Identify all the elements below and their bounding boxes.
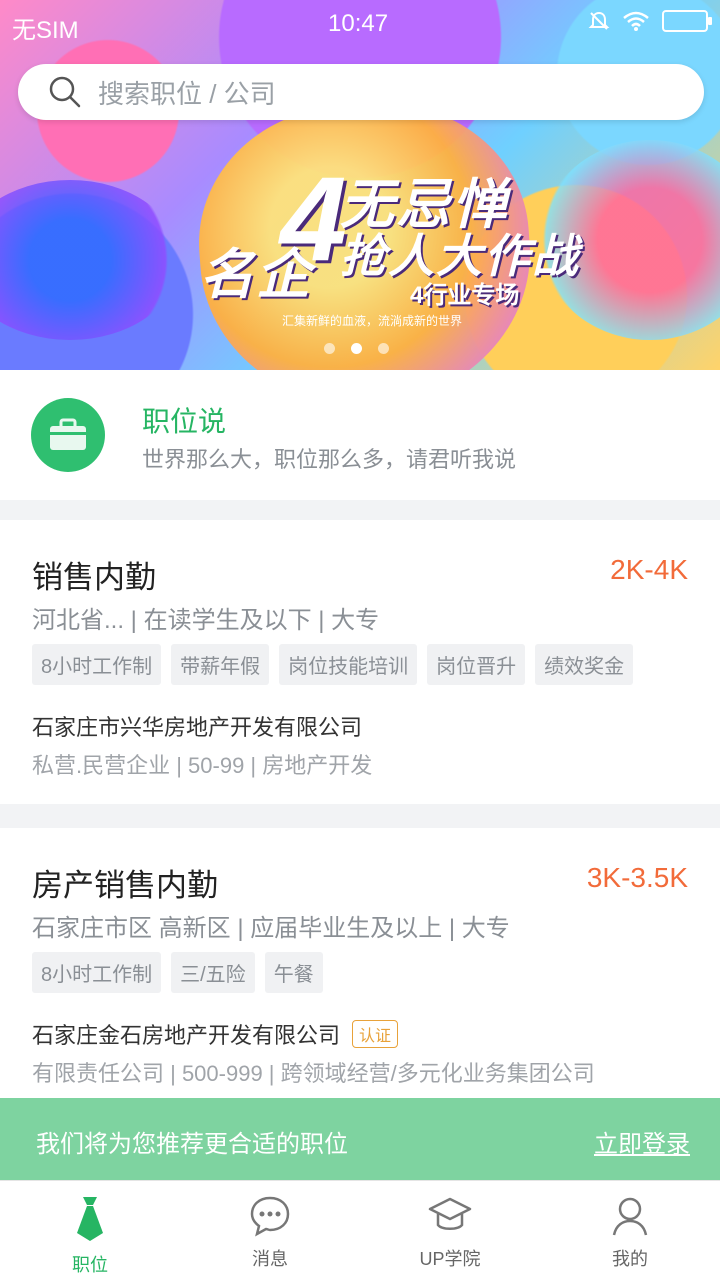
chat-bubble-icon <box>250 1196 290 1237</box>
job-tag: 8小时工作制 <box>32 952 162 993</box>
banner-tagline: 汇集新鲜的血液，流淌成新的世界 <box>282 314 463 328</box>
carousel-dot[interactable] <box>378 343 389 354</box>
company-name-text: 石家庄金石房地产开发有限公司 <box>32 1023 341 1048</box>
nav-item-up-academy[interactable]: UP学院 <box>360 1181 540 1280</box>
status-bar: 无SIM 10:47 <box>0 0 720 50</box>
job-tag: 带薪年假 <box>171 644 270 685</box>
search-placeholder: 搜索职位 / 公司 <box>98 78 276 109</box>
tie-icon <box>77 1197 103 1241</box>
verified-badge: 认证 <box>352 1020 399 1048</box>
graduation-cap-icon <box>428 1197 472 1230</box>
job-tag: 岗位晋升 <box>427 644 526 685</box>
job-salary: 3K-3.5K <box>586 862 688 893</box>
bell-muted-icon <box>588 11 610 30</box>
clock: 10:47 <box>328 10 389 37</box>
person-icon <box>612 1197 648 1236</box>
nav-item-jobs[interactable]: 职位 <box>0 1181 180 1280</box>
company-name: 石家庄市兴华房地产开发有限公司 <box>32 710 362 742</box>
carrier-label: 无SIM <box>12 17 79 44</box>
status-icons <box>588 10 712 32</box>
banner-subheadline: 4行业专场 <box>410 282 520 309</box>
company-info: 有限责任公司 | 500-999 | 跨领域经营/多元化业务集团公司 <box>32 1061 595 1086</box>
nav-label: 消息 <box>252 1249 288 1269</box>
search-icon <box>49 76 81 108</box>
wifi-icon <box>623 11 649 31</box>
job-title: 销售内勤 <box>32 560 156 595</box>
carousel-dots <box>324 343 389 354</box>
feature-title: 职位说 <box>142 406 227 437</box>
job-tag: 岗位技能培训 <box>279 644 418 685</box>
job-card[interactable]: 销售内勤 2K-4K 河北省... | 在读学生及以下 | 大专 8小时工作制 … <box>0 520 720 804</box>
briefcase-icon <box>31 398 105 472</box>
job-salary: 2K-4K <box>610 554 688 585</box>
company-name: 石家庄金石房地产开发有限公司 认证 <box>32 1018 399 1050</box>
decor-blob <box>0 180 180 340</box>
carousel-dot-active[interactable] <box>351 343 362 354</box>
search-input[interactable]: 搜索职位 / 公司 <box>18 64 704 120</box>
job-tag: 8小时工作制 <box>32 644 162 685</box>
nav-label: 我的 <box>612 1249 648 1269</box>
feature-job-talk[interactable]: 职位说 世界那么大，职位那么多，请君听我说 <box>0 370 720 500</box>
job-meta: 石家庄市区 高新区 | 应届毕业生及以上 | 大专 <box>32 915 510 942</box>
login-prompt: 我们将为您推荐更合适的职位 立即登录 <box>0 1098 720 1180</box>
login-link[interactable]: 立即登录 <box>594 1124 690 1159</box>
feature-subtitle: 世界那么大，职位那么多，请君听我说 <box>142 447 517 472</box>
job-card[interactable]: 房产销售内勤 3K-3.5K 石家庄市区 高新区 | 应届毕业生及以上 | 大专… <box>0 828 720 1098</box>
company-name-text: 石家庄市兴华房地产开发有限公司 <box>32 715 363 740</box>
bottom-nav: 职位 消息 UP学院 我的 <box>0 1180 720 1280</box>
job-tags: 8小时工作制 三/五险 午餐 <box>32 952 323 993</box>
job-title: 房产销售内勤 <box>32 868 218 903</box>
job-meta: 河北省... | 在读学生及以下 | 大专 <box>32 607 380 634</box>
company-info: 私营.民营企业 | 50-99 | 房地产开发 <box>32 753 373 778</box>
job-tag: 绩效奖金 <box>535 644 634 685</box>
job-tag: 三/五险 <box>171 952 255 993</box>
carousel-dot[interactable] <box>324 343 335 354</box>
job-tags: 8小时工作制 带薪年假 岗位技能培训 岗位晋升 绩效奖金 <box>32 644 634 685</box>
nav-item-profile[interactable]: 我的 <box>540 1181 720 1280</box>
nav-item-messages[interactable]: 消息 <box>180 1181 360 1280</box>
nav-label: UP学院 <box>419 1249 481 1269</box>
job-tag: 午餐 <box>264 952 323 993</box>
promo-banner[interactable]: 4 无忌惮 名企 抢人大作战 4行业专场 汇集新鲜的血液，流淌成新的世界 无SI… <box>0 0 720 370</box>
login-prompt-message: 我们将为您推荐更合适的职位 <box>36 1131 348 1158</box>
battery-icon <box>662 10 712 32</box>
nav-label: 职位 <box>72 1255 108 1275</box>
banner-headline: 名企 <box>200 245 312 305</box>
